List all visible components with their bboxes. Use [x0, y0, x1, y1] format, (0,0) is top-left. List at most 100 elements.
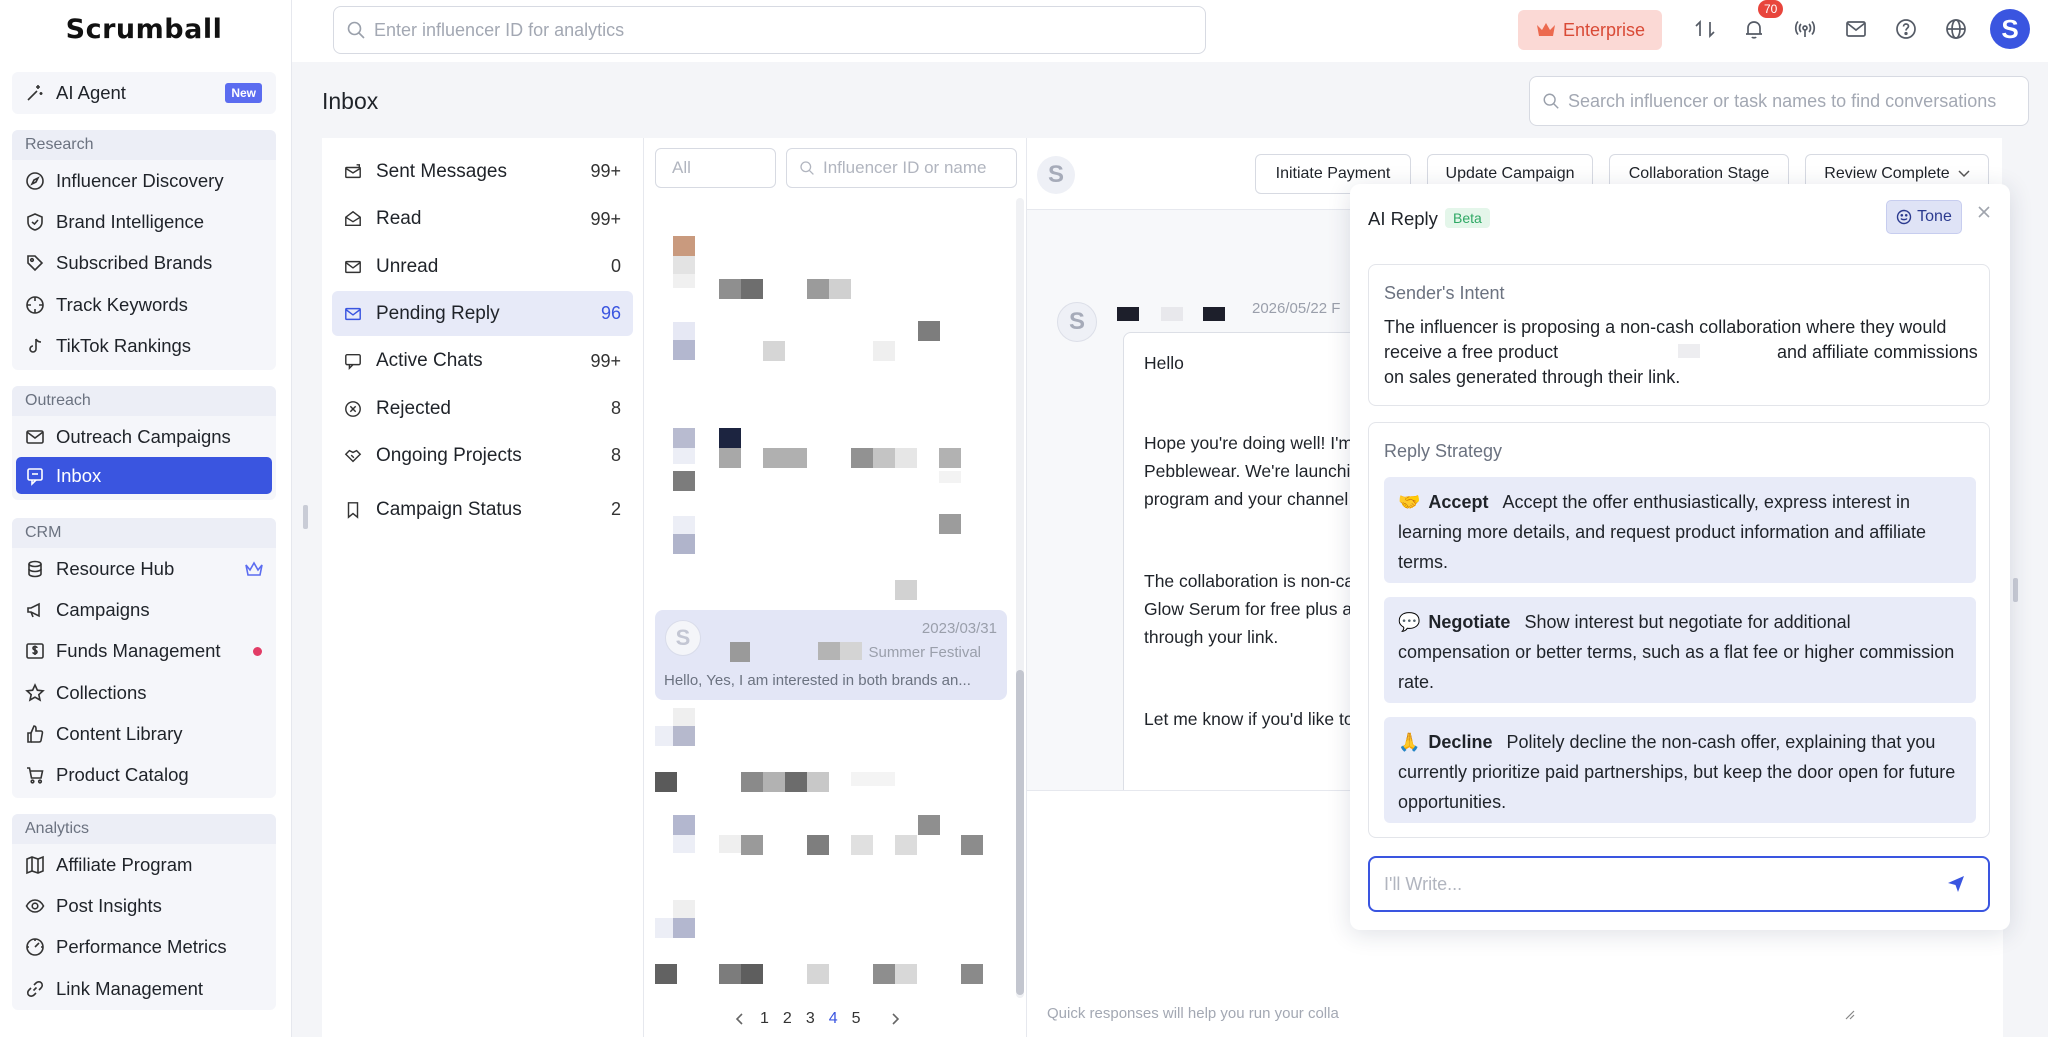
sidebar-item-content-library[interactable]: Content Library	[12, 713, 276, 754]
redacted-sender-name	[1161, 307, 1183, 321]
mail-icon	[344, 258, 364, 276]
sidebar-item-brand-intelligence[interactable]: Brand Intelligence	[12, 201, 276, 242]
conversation-search-input[interactable]: Search influencer or task names to find …	[1529, 76, 2029, 126]
status-filter-select[interactable]: All	[655, 148, 776, 188]
folder-count: 0	[610, 256, 621, 276]
chevron-down-icon	[1958, 170, 1970, 178]
sidebar-item-product-catalog[interactable]: Product Catalog	[12, 754, 276, 795]
sidebar-group-title: Research	[12, 130, 276, 160]
notification-dot	[253, 646, 262, 656]
sidebar-item-resource-hub[interactable]: Resource Hub	[12, 548, 276, 589]
pagination: 1 2 3 4 5	[734, 1010, 901, 1028]
page-4-current[interactable]: 4	[829, 1010, 838, 1028]
folder-ongoing-projects[interactable]: Ongoing Projects 8	[332, 433, 633, 478]
sidebar-item-post-insights[interactable]: Post Insights	[12, 885, 276, 926]
folder-label: Ongoing Projects	[376, 444, 522, 466]
folder-pending-reply[interactable]: Pending Reply 96	[332, 291, 633, 336]
handshake-icon	[344, 447, 364, 465]
user-avatar[interactable]: S	[1990, 9, 2030, 49]
sidebar-item-link-management[interactable]: Link Management	[12, 968, 276, 1009]
sidebar-item-tiktok-rankings[interactable]: TikTok Rankings	[12, 325, 276, 366]
sidebar-item-label: Track Keywords	[56, 293, 188, 315]
page-5[interactable]: 5	[852, 1010, 861, 1028]
star-icon	[24, 682, 46, 704]
redacted-name	[818, 642, 840, 660]
conversation-item-selected[interactable]: S 2023/03/31 Summer Festival Hello, Yes,…	[655, 610, 1007, 700]
section-title: Sender's Intent	[1384, 283, 1505, 303]
enterprise-button[interactable]: Enterprise	[1518, 10, 1662, 50]
handshake-emoji-icon: 🤝	[1398, 492, 1421, 512]
resize-grip-icon[interactable]	[1843, 1008, 1855, 1020]
ai-write-input[interactable]: I'll Write...	[1368, 856, 1990, 912]
page-3[interactable]: 3	[806, 1010, 815, 1028]
ai-reply-panel: AI Reply Beta Tone Sender's Intent The i…	[1350, 184, 2010, 930]
eye-icon	[24, 895, 46, 917]
strategy-decline[interactable]: 🙏 Decline Politely decline the non-cash of…	[1384, 717, 1976, 823]
mail-icon	[344, 305, 364, 323]
sidebar-item-outreach-campaigns[interactable]: Outreach Campaigns	[12, 416, 276, 457]
sidebar-item-performance-metrics[interactable]: Performance Metrics	[12, 927, 276, 968]
sidebar-item-inbox[interactable]: Inbox	[16, 457, 272, 495]
sidebar-item-influencer-discovery[interactable]: Influencer Discovery	[12, 160, 276, 201]
sidebar-item-ai-agent[interactable]: AI Agent New	[12, 72, 276, 113]
megaphone-icon	[24, 599, 46, 621]
send-icon[interactable]	[1946, 874, 1966, 894]
intent-line: and affiliate commissions	[1777, 342, 1978, 362]
sidebar-collapse-handle[interactable]	[303, 505, 308, 529]
list-scrollbar-thumb[interactable]	[1016, 670, 1024, 995]
search-icon	[1542, 92, 1560, 110]
page-1[interactable]: 1	[760, 1010, 769, 1028]
conversation-list: All Influencer ID or name S 2023/03/31 S…	[643, 138, 1026, 1037]
bell-icon[interactable]	[1743, 18, 1765, 40]
broadcast-icon[interactable]	[1794, 18, 1816, 40]
folder-campaign-status[interactable]: Campaign Status 2	[332, 487, 633, 532]
page-title: Inbox	[322, 88, 379, 114]
sidebar-item-label: Collections	[56, 681, 147, 703]
sidebar-item-affiliate-program[interactable]: Affiliate Program	[12, 844, 276, 885]
panel-resize-handle[interactable]	[2013, 578, 2018, 602]
influencer-analytics-search-input[interactable]: Enter influencer ID for analytics	[333, 6, 1206, 54]
transfer-icon[interactable]	[1694, 18, 1716, 40]
tone-button[interactable]: Tone	[1886, 200, 1962, 234]
shield-icon	[24, 211, 46, 233]
folder-sent-messages[interactable]: Sent Messages 99+	[332, 149, 633, 194]
search-placeholder: Enter influencer ID for analytics	[374, 19, 625, 40]
redacted-name	[840, 642, 862, 660]
sidebar-item-label: Resource Hub	[56, 557, 175, 579]
folder-label: Rejected	[376, 397, 451, 419]
sidebar-top-block: AI Agent New	[12, 72, 276, 114]
prev-page-icon[interactable]	[734, 1012, 746, 1026]
sidebar-item-label: Subscribed Brands	[56, 252, 213, 274]
mail-icon[interactable]	[1845, 18, 1867, 40]
reply-strategy-section: Reply Strategy 🤝 Accept Accept the offer e…	[1368, 422, 1990, 838]
sidebar-item-track-keywords[interactable]: Track Keywords	[12, 284, 276, 325]
sidebar-group-title: Outreach	[12, 386, 276, 416]
sidebar-item-collections[interactable]: Collections	[12, 672, 276, 713]
page-2[interactable]: 2	[783, 1010, 792, 1028]
strategy-accept[interactable]: 🤝 Accept Accept the offer enthusiastically…	[1384, 477, 1976, 583]
sidebar-item-label: Influencer Discovery	[56, 169, 224, 191]
sidebar-group-title: Analytics	[12, 814, 276, 844]
sidebar-item-label: Content Library	[56, 722, 183, 744]
folder-label: Read	[376, 208, 422, 229]
sidebar-item-funds-management[interactable]: Funds Management	[12, 631, 276, 672]
folder-rejected[interactable]: Rejected 8	[332, 386, 633, 431]
enterprise-label: Enterprise	[1562, 19, 1646, 40]
sidebar-group-outreach: Outreach Outreach Campaigns Inbox	[12, 386, 276, 500]
strategy-negotiate[interactable]: 💬 Negotiate Show interest but negotiate fo…	[1384, 597, 1976, 703]
folder-active-chats[interactable]: Active Chats 99+	[332, 339, 633, 384]
close-icon[interactable]	[1976, 204, 1992, 220]
folder-unread[interactable]: Unread 0	[332, 244, 633, 289]
folder-count: 2	[610, 499, 621, 519]
help-icon[interactable]	[1895, 18, 1917, 40]
intent-text: The influencer is proposing a non-cash c…	[1384, 315, 1980, 390]
folder-label: Unread	[376, 255, 439, 277]
redacted-name	[730, 642, 750, 662]
next-page-icon[interactable]	[889, 1012, 901, 1026]
sidebar-item-campaigns[interactable]: Campaigns	[12, 589, 276, 630]
influencer-id-search-input[interactable]: Influencer ID or name	[786, 148, 1017, 188]
sidebar-item-subscribed-brands[interactable]: Subscribed Brands	[12, 243, 276, 284]
sidebar-item-label: Performance Metrics	[56, 936, 227, 958]
globe-icon[interactable]	[1945, 18, 1967, 40]
folder-read[interactable]: Read 99+	[332, 197, 633, 242]
